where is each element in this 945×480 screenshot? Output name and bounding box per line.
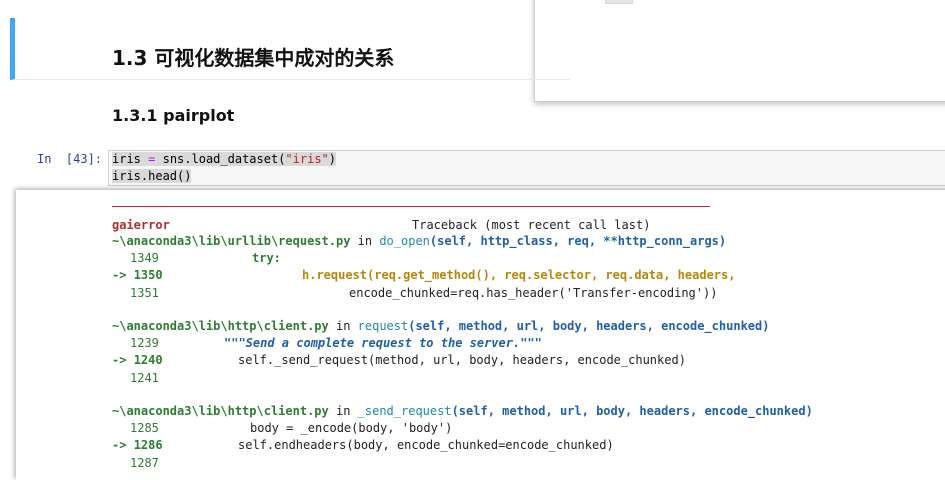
section-heading: 1.3 可视化数据集中成对的关系 [112, 46, 395, 70]
frame-2-line-num: 1239 [130, 336, 159, 350]
frame-3-current-line: -> 1286 [112, 438, 163, 452]
frame-1-line-num: 1349 [130, 251, 159, 265]
frame-2-signature: ~\anaconda3\lib\http\client.py in reques… [112, 319, 770, 333]
frame-1-line-num: 1351 [130, 286, 159, 300]
subsection-heading: 1.3.1 pairplot [112, 106, 235, 125]
frame-1-current-code: h.request(req.get_method(), req.selector… [302, 268, 736, 282]
code-line-1: iris = sns.load_dataset("iris") [112, 152, 337, 166]
frame-3-line-num: 1285 [130, 421, 159, 435]
frame-3-line-code: body = _encode(body, 'body') [250, 421, 453, 435]
traceback-header: Traceback (most recent call last) [412, 218, 651, 232]
frame-2-current-code: self._send_request(method, url, body, he… [238, 353, 686, 367]
floating-panel [534, 0, 945, 102]
frame-3-current-code: self.endheaders(body, encode_chunked=enc… [238, 438, 614, 452]
panel-handle[interactable] [605, 0, 633, 4]
frame-1-line-code: encode_chunked=req.has_header('Transfer-… [349, 286, 718, 300]
frame-3-signature: ~\anaconda3\lib\http\client.py in _send_… [112, 404, 813, 418]
input-prompt: In [43]: [37, 152, 103, 166]
frame-2-docstring: """Send a complete request to the server… [224, 336, 542, 350]
frame-1-line-code: try: [252, 251, 281, 265]
traceback-divider [112, 206, 710, 207]
frame-1-current-line: -> 1350 [112, 268, 163, 282]
error-name: gaierror [112, 218, 170, 232]
code-line-2: iris.head() [112, 169, 192, 183]
frame-1-signature: ~\anaconda3\lib\urllib\request.py in do_… [112, 234, 727, 248]
traceback-header-line: gaierror [112, 218, 170, 232]
frame-2-current-line: -> 1240 [112, 353, 163, 367]
frame-2-line-num: 1241 [130, 371, 159, 385]
